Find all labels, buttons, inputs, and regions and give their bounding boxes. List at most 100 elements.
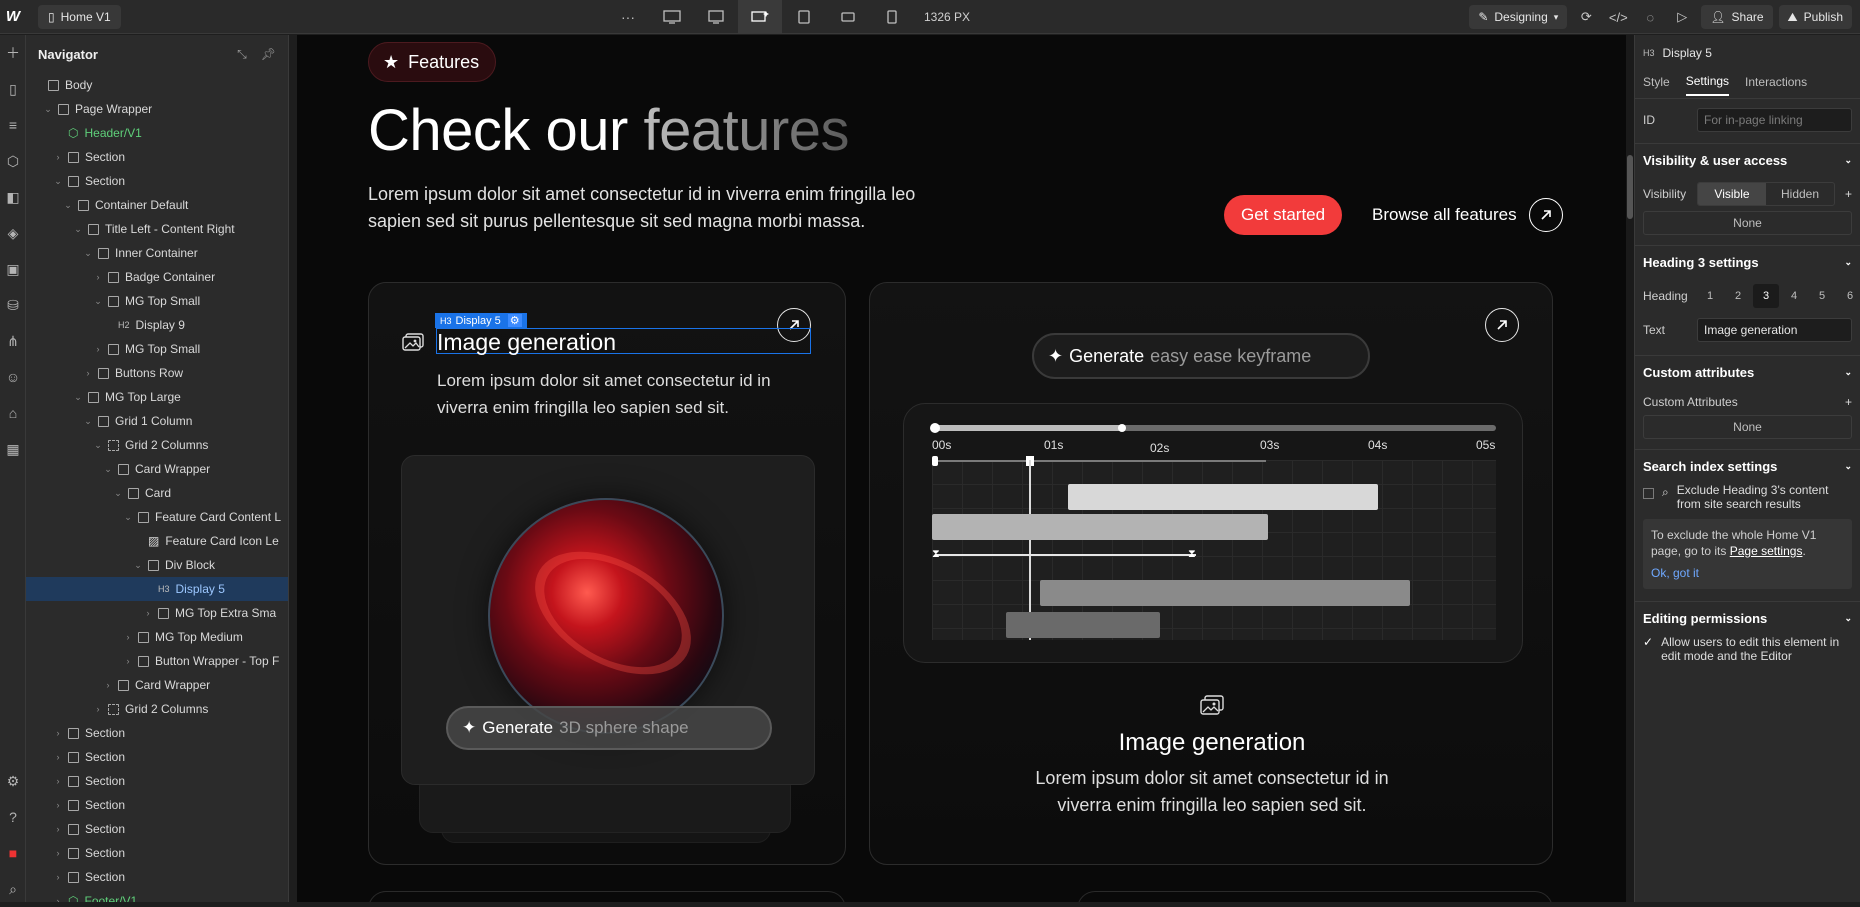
chevron-right-icon[interactable]: ›: [92, 272, 104, 282]
hidden-option[interactable]: Hidden: [1766, 183, 1834, 205]
collapse-icon[interactable]: ⤡: [237, 47, 247, 62]
navigator-item[interactable]: ⌄ Section: [26, 169, 288, 193]
chevron-down-icon[interactable]: ⌄: [42, 104, 54, 115]
navigator-item[interactable]: › Section: [26, 769, 288, 793]
design-canvas[interactable]: ★ Features Check our features Lorem ipsu…: [297, 35, 1626, 902]
help-icon[interactable]: ?: [0, 799, 26, 835]
visibility-section-header[interactable]: Visibility & user access ⌄: [1635, 143, 1860, 177]
add-icon[interactable]: +: [1845, 187, 1852, 201]
breakpoint-tablet-icon[interactable]: [782, 0, 826, 34]
page-selector[interactable]: ▯ Home V1: [38, 4, 121, 29]
breakpoint-mobile-icon[interactable]: [870, 0, 914, 34]
sync-icon[interactable]: ⟳: [1573, 5, 1599, 29]
custom-attributes-none[interactable]: None: [1643, 415, 1852, 439]
chevron-right-icon[interactable]: ›: [122, 656, 134, 666]
navigator-item[interactable]: ⌄ Title Left - Content Right: [26, 217, 288, 241]
webflow-logo-icon[interactable]: W: [0, 0, 26, 34]
chevron-right-icon[interactable]: ›: [52, 848, 64, 858]
chevron-down-icon[interactable]: ⌄: [122, 512, 134, 523]
chevron-down-icon[interactable]: ⌄: [72, 224, 84, 235]
custom-attributes-header[interactable]: Custom attributes ⌄: [1635, 355, 1860, 389]
tab-interactions[interactable]: Interactions: [1745, 75, 1807, 95]
chevron-down-icon[interactable]: ⌄: [52, 176, 64, 187]
navigator-item[interactable]: ⌄ Div Block: [26, 553, 288, 577]
navigator-item[interactable]: ⌄ MG Top Large: [26, 385, 288, 409]
navigator-item[interactable]: ⌄ Card Wrapper: [26, 457, 288, 481]
browse-features-link[interactable]: Browse all features: [1372, 195, 1563, 235]
more-icon[interactable]: ···: [606, 0, 650, 34]
id-input[interactable]: For in-page linking: [1697, 108, 1852, 132]
navigator-item[interactable]: › Section: [26, 745, 288, 769]
mode-dropdown[interactable]: ✎ Designing ▾: [1469, 5, 1568, 29]
card-title[interactable]: Image generation: [437, 329, 616, 356]
exclude-search-checkbox[interactable]: [1643, 488, 1654, 499]
chevron-right-icon[interactable]: ›: [142, 608, 154, 618]
breakpoint-base-icon[interactable]: [738, 0, 782, 34]
navigator-item[interactable]: › MG Top Small: [26, 337, 288, 361]
assets-icon[interactable]: ▣: [0, 251, 26, 287]
cms-icon[interactable]: ⛁: [0, 287, 26, 323]
conditions-none[interactable]: None: [1643, 211, 1852, 235]
navigator-item[interactable]: › ⬡ Footer/V1: [26, 889, 288, 902]
visible-option[interactable]: Visible: [1698, 183, 1766, 205]
navigator-item[interactable]: ⌄ Grid 1 Column: [26, 409, 288, 433]
chevron-right-icon[interactable]: ›: [82, 368, 94, 378]
heading-level-6[interactable]: 6: [1837, 284, 1860, 308]
chevron-right-icon[interactable]: ›: [92, 344, 104, 354]
chevron-down-icon[interactable]: ⌄: [112, 488, 124, 499]
navigator-item[interactable]: Body: [26, 73, 288, 97]
heading-section-header[interactable]: Heading 3 settings ⌄: [1635, 245, 1860, 279]
gear-icon[interactable]: ⚙: [507, 314, 522, 327]
logic-icon[interactable]: ⋔: [0, 323, 26, 359]
navigator-item[interactable]: ⌄ MG Top Small: [26, 289, 288, 313]
heading-level-3[interactable]: 3: [1753, 284, 1779, 308]
chevron-down-icon[interactable]: ⌄: [72, 392, 84, 403]
chevron-right-icon[interactable]: ›: [52, 152, 64, 162]
comment-icon[interactable]: ◌: [1637, 5, 1663, 29]
navigator-item[interactable]: › Section: [26, 865, 288, 889]
heading-level-2[interactable]: 2: [1725, 284, 1751, 308]
chevron-down-icon[interactable]: ⌄: [82, 248, 94, 259]
navigator-icon[interactable]: ≡: [0, 107, 26, 143]
chevron-right-icon[interactable]: ›: [52, 872, 64, 882]
chevron-right-icon[interactable]: ›: [52, 752, 64, 762]
tab-settings[interactable]: Settings: [1685, 74, 1730, 96]
checkmark-icon[interactable]: ✓: [1643, 635, 1653, 663]
heading-level-4[interactable]: 4: [1781, 284, 1807, 308]
ok-got-it-link[interactable]: Ok, got it: [1651, 565, 1844, 581]
settings-icon[interactable]: ⚙: [0, 763, 26, 799]
section-description[interactable]: Lorem ipsum dolor sit amet consectetur i…: [368, 181, 928, 235]
breakpoint-lg-icon[interactable]: [694, 0, 738, 34]
navigator-item[interactable]: ⌄ Card: [26, 481, 288, 505]
navigator-item[interactable]: H3 Display 5: [26, 577, 288, 601]
apps-icon[interactable]: ▦: [0, 431, 26, 467]
navigator-item[interactable]: › Buttons Row: [26, 361, 288, 385]
navigator-item[interactable]: › Section: [26, 793, 288, 817]
chevron-right-icon[interactable]: ›: [52, 896, 64, 902]
chevron-right-icon[interactable]: ›: [52, 728, 64, 738]
chevron-down-icon[interactable]: ⌄: [102, 464, 114, 475]
get-started-button[interactable]: Get started: [1224, 195, 1343, 235]
heading-text-input[interactable]: Image generation: [1697, 318, 1852, 342]
record-icon[interactable]: ■: [0, 835, 26, 871]
navigator-item[interactable]: ⌄ Feature Card Content L: [26, 505, 288, 529]
search-index-header[interactable]: Search index settings ⌄: [1635, 449, 1860, 483]
navigator-item[interactable]: › Button Wrapper - Top F: [26, 649, 288, 673]
chevron-right-icon[interactable]: ›: [102, 680, 114, 690]
navigator-item[interactable]: › Section: [26, 721, 288, 745]
publish-button[interactable]: ⛰ Publish: [1778, 5, 1852, 29]
navigator-item[interactable]: › Grid 2 Columns: [26, 697, 288, 721]
pages-icon[interactable]: ▯: [0, 71, 26, 107]
chevron-down-icon[interactable]: ⌄: [92, 296, 104, 307]
components-icon[interactable]: ⬡: [0, 143, 26, 179]
navigator-item[interactable]: › MG Top Extra Sma: [26, 601, 288, 625]
chevron-right-icon[interactable]: ›: [122, 632, 134, 642]
heading-level-5[interactable]: 5: [1809, 284, 1835, 308]
editing-permissions-header[interactable]: Editing permissions ⌄: [1635, 601, 1860, 635]
card-arrow-icon[interactable]: [1485, 308, 1519, 342]
preview-play-icon[interactable]: ▷: [1669, 5, 1695, 29]
chevron-down-icon[interactable]: ⌄: [62, 200, 74, 211]
variables-icon[interactable]: ◈: [0, 215, 26, 251]
selection-tag[interactable]: H3 Display 5 ⚙: [435, 313, 527, 328]
page-settings-link[interactable]: Page settings: [1730, 544, 1803, 558]
